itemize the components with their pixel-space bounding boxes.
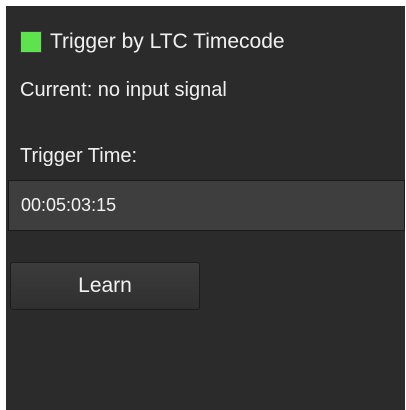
current-signal-status: Current: no input signal xyxy=(20,79,227,101)
ltc-trigger-label: Trigger by LTC Timecode xyxy=(50,30,285,53)
trigger-time-input[interactable] xyxy=(8,180,405,231)
trigger-time-label: Trigger Time: xyxy=(20,145,138,167)
ltc-trigger-checkbox[interactable] xyxy=(20,31,42,53)
ltc-trigger-panel: Trigger by LTC Timecode Current: no inpu… xyxy=(6,6,405,410)
ltc-trigger-option[interactable]: Trigger by LTC Timecode xyxy=(20,30,285,54)
learn-button[interactable]: Learn xyxy=(10,262,200,310)
